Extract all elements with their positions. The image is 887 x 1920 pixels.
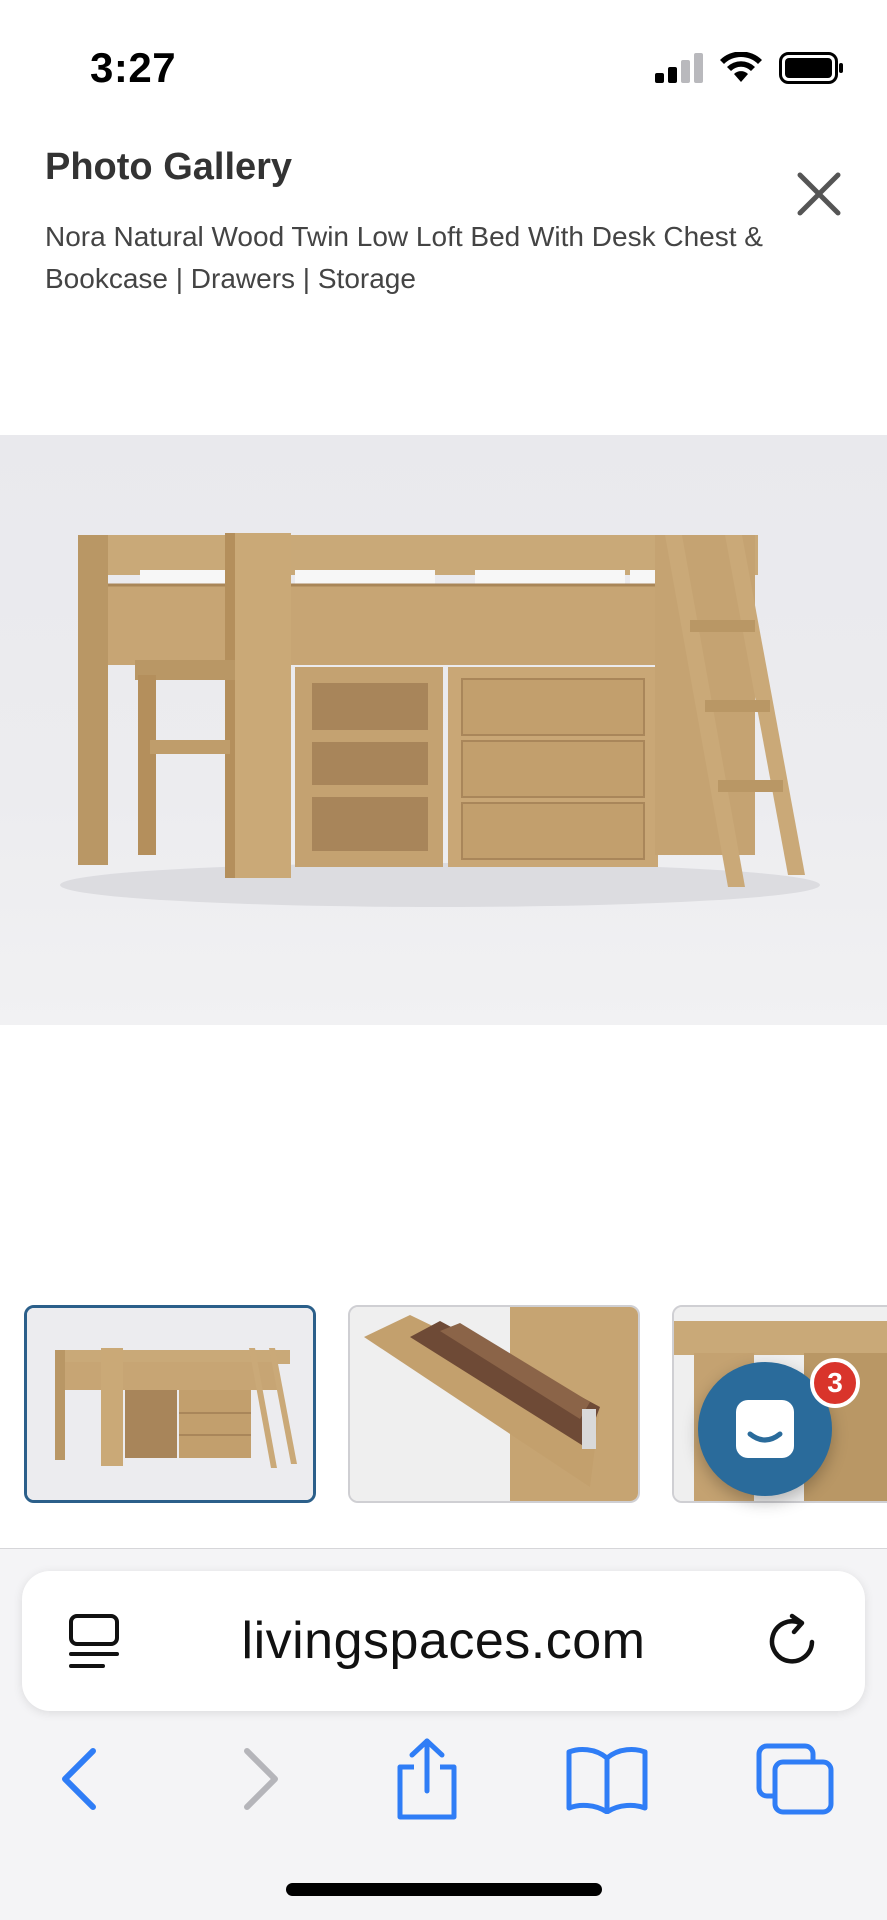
cellular-signal-icon — [655, 53, 703, 83]
main-product-image[interactable] — [0, 435, 887, 1025]
forward-icon — [244, 1748, 278, 1810]
chat-notification-badge: 3 — [810, 1358, 860, 1408]
chat-bubble-icon — [736, 1400, 794, 1458]
address-bar[interactable]: livingspaces.com — [22, 1571, 865, 1711]
reader-mode-button[interactable] — [62, 1609, 126, 1673]
status-time: 3:27 — [90, 44, 177, 91]
tabs-button[interactable] — [750, 1739, 840, 1819]
close-icon — [797, 172, 841, 216]
bookmarks-button[interactable] — [562, 1739, 652, 1819]
tabs-icon — [756, 1743, 834, 1815]
close-button[interactable] — [791, 166, 847, 222]
battery-icon — [779, 52, 845, 84]
back-icon — [62, 1748, 96, 1810]
bookmarks-icon — [566, 1747, 648, 1814]
browser-toolbar — [0, 1729, 887, 1829]
thumbnail-drawer-detail[interactable] — [348, 1305, 640, 1503]
thumbnail-loft-bed[interactable] — [24, 1305, 316, 1503]
status-bar: 3:27 — [0, 0, 887, 120]
browser-chrome: livingspaces.com — [0, 1548, 887, 1920]
forward-button[interactable] — [216, 1739, 306, 1819]
product-name: Nora Natural Wood Twin Low Loft Bed With… — [45, 221, 763, 294]
status-icons — [655, 52, 845, 84]
wifi-icon — [719, 52, 763, 84]
reader-mode-icon — [69, 1614, 119, 1668]
gallery-title: Photo Gallery — [45, 146, 293, 188]
share-button[interactable] — [382, 1738, 472, 1820]
reload-icon — [769, 1613, 815, 1664]
home-indicator[interactable] — [286, 1883, 602, 1896]
url-text[interactable]: livingspaces.com — [142, 1611, 745, 1671]
back-button[interactable] — [34, 1739, 124, 1819]
share-icon — [397, 1738, 457, 1820]
gallery-header: Photo Gallery Nora Natural Wood Twin Low… — [0, 120, 887, 320]
reload-button[interactable] — [759, 1607, 827, 1675]
